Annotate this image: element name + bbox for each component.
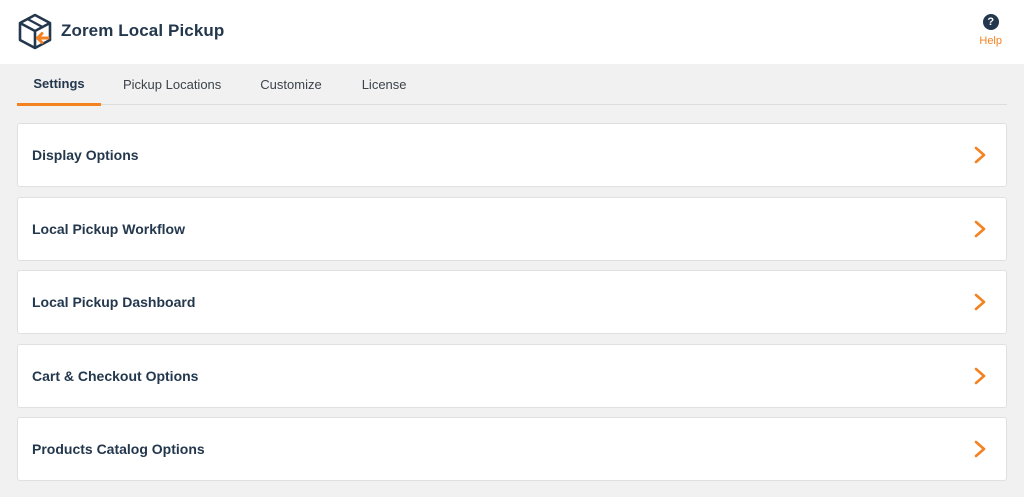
- top-bar: Zorem Local Pickup ? Help: [0, 0, 1024, 64]
- settings-sections: Display Options Local Pickup Workflow Lo…: [17, 123, 1007, 491]
- chevron-right-icon: [974, 440, 986, 458]
- section-title: Cart & Checkout Options: [32, 367, 199, 384]
- chevron-right-icon: [974, 220, 986, 237]
- tab-pickup-locations[interactable]: Pickup Locations: [101, 64, 241, 105]
- tab-customize[interactable]: Customize: [241, 64, 341, 105]
- section-title: Products Catalog Options: [32, 441, 205, 457]
- section-title: Display Options: [32, 147, 139, 163]
- section-title: Local Pickup Workflow: [32, 220, 185, 237]
- chevron-right-icon: [974, 293, 986, 311]
- section-cart-checkout-options[interactable]: Cart & Checkout Options: [17, 343, 1007, 408]
- chevron-right-icon: [974, 367, 986, 384]
- section-products-catalog-options[interactable]: Products Catalog Options: [17, 417, 1007, 481]
- section-display-options[interactable]: Display Options: [17, 123, 1007, 187]
- help-button[interactable]: ? Help: [979, 14, 1002, 47]
- section-local-pickup-workflow[interactable]: Local Pickup Workflow: [17, 196, 1007, 261]
- chevron-right-icon: [974, 146, 986, 164]
- section-local-pickup-dashboard[interactable]: Local Pickup Dashboard: [17, 270, 1007, 334]
- app-title: Zorem Local Pickup: [61, 21, 225, 40]
- question-circle-icon: ?: [982, 14, 999, 30]
- section-title: Local Pickup Dashboard: [32, 294, 196, 310]
- tab-settings[interactable]: Settings: [17, 64, 101, 106]
- settings-tabs: Settings Pickup Locations Customize Lice…: [17, 64, 1007, 106]
- help-label: Help: [979, 35, 1002, 47]
- tab-license[interactable]: License: [342, 64, 427, 105]
- box-arrow-icon: [18, 13, 52, 50]
- brand: Zorem Local Pickup: [16, 12, 224, 50]
